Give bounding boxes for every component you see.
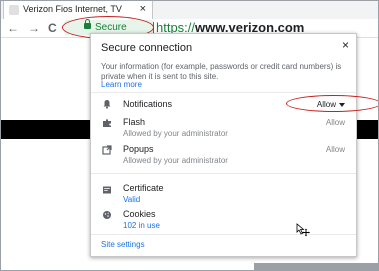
popup-description: Your information (for example, passwords… bbox=[101, 62, 342, 81]
popup-title: Secure connection bbox=[101, 42, 193, 54]
popups-sub: Allowed by your administrator bbox=[123, 156, 228, 165]
tab-verizon[interactable]: Verizon Fios Internet, TV × bbox=[3, 1, 153, 19]
popups-label: Popups bbox=[123, 144, 154, 154]
divider bbox=[91, 92, 356, 93]
tab-title: Verizon Fios Internet, TV bbox=[23, 4, 122, 14]
move-cursor-icon bbox=[296, 223, 310, 237]
back-button[interactable]: ← bbox=[7, 19, 19, 37]
certificate-label: Certificate bbox=[123, 183, 164, 193]
cookies-count-link[interactable]: 102 in use bbox=[123, 221, 160, 230]
puzzle-icon bbox=[103, 119, 111, 127]
site-settings-link[interactable]: Site settings bbox=[101, 240, 145, 249]
divider bbox=[91, 173, 356, 174]
flash-label: Flash bbox=[123, 117, 146, 127]
forward-button[interactable]: → bbox=[28, 19, 40, 37]
flash-value: Allow bbox=[325, 118, 345, 127]
cookie-icon bbox=[103, 211, 111, 219]
close-icon[interactable]: × bbox=[342, 38, 349, 52]
certificate-status-link[interactable]: Valid bbox=[123, 195, 140, 204]
popup-icon bbox=[102, 145, 112, 155]
tab-strip: Verizon Fios Internet, TV × bbox=[1, 1, 378, 19]
annotation-oval-allow bbox=[286, 95, 378, 112]
certificate-icon bbox=[103, 186, 111, 194]
cookies-label: Cookies bbox=[123, 209, 156, 219]
reload-button[interactable]: C bbox=[48, 19, 57, 37]
browser-window: Verizon Fios Internet, TV × ← → C Secure… bbox=[0, 0, 379, 271]
page-footer-strip bbox=[254, 263, 378, 270]
flash-sub: Allowed by your administrator bbox=[123, 129, 228, 138]
tab-close-icon[interactable]: × bbox=[140, 3, 146, 16]
divider bbox=[91, 234, 356, 235]
favicon-icon bbox=[9, 5, 19, 15]
learn-more-link[interactable]: Learn more bbox=[101, 80, 142, 89]
bell-icon bbox=[103, 100, 111, 109]
popups-value: Allow bbox=[325, 145, 345, 154]
notifications-label: Notifications bbox=[123, 99, 173, 109]
site-info-popup: Secure connection × Your information (fo… bbox=[90, 33, 378, 257]
